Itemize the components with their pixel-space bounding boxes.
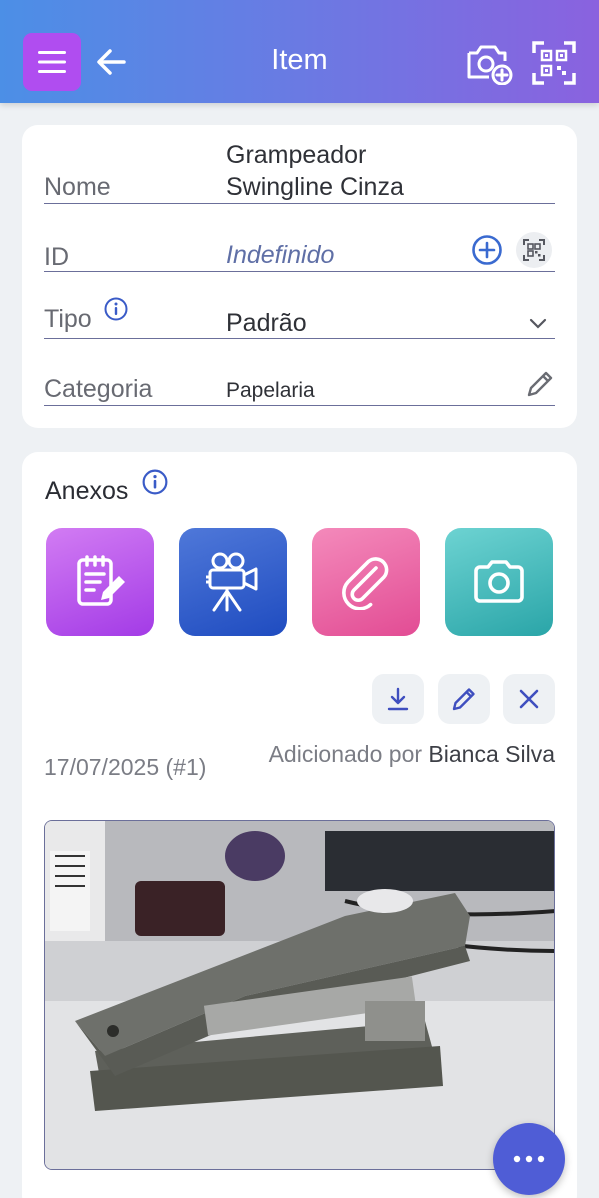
added-by-prefix: Adicionado por — [268, 741, 423, 767]
back-button[interactable] — [92, 42, 130, 82]
edit-category-icon[interactable] — [524, 368, 556, 400]
nome-value-line2: Swingline Cinza — [226, 173, 404, 201]
categoria-label: Categoria — [44, 375, 153, 403]
chevron-down-icon[interactable] — [528, 317, 548, 331]
add-file-button[interactable] — [312, 528, 420, 636]
download-attachment-button[interactable] — [372, 674, 424, 724]
attachments-title: Anexos — [45, 477, 129, 505]
edit-attachment-button[interactable] — [438, 674, 490, 724]
note-icon — [77, 555, 125, 606]
tipo-underline — [44, 338, 555, 339]
qr-scan-button[interactable] — [530, 40, 578, 86]
video-camera-icon — [206, 552, 258, 612]
scan-id-button[interactable] — [516, 232, 552, 268]
add-photo-attachment-button[interactable] — [445, 528, 553, 636]
id-field[interactable]: Indefinido — [226, 241, 334, 270]
categoria-value: Papelaria — [226, 379, 315, 402]
id-label: ID — [44, 243, 69, 271]
added-by-text: Adicionado por Bianca Silva — [255, 739, 555, 770]
paperclip-icon — [342, 557, 389, 610]
categoria-underline — [44, 405, 555, 406]
tipo-select[interactable]: Padrão — [226, 309, 307, 338]
add-note-button[interactable] — [46, 528, 154, 636]
delete-attachment-button[interactable] — [503, 674, 555, 724]
more-options-button[interactable] — [493, 1123, 565, 1195]
more-dots-icon — [513, 1155, 545, 1163]
attachment-photo[interactable] — [44, 820, 555, 1170]
added-by-name: Bianca Silva — [428, 741, 555, 767]
delete-icon — [519, 689, 539, 709]
plus-circle-icon — [472, 235, 502, 265]
nome-label: Nome — [44, 173, 111, 201]
nome-field[interactable]: Grampeador Swingline Cinza — [226, 139, 526, 203]
camera-icon — [474, 560, 524, 603]
edit-icon — [452, 688, 475, 711]
stapler-photo-image — [45, 821, 554, 1169]
attachments-card: Anexos 17/07/2025 (#1) Adicionado por Bi… — [22, 452, 577, 1198]
generate-id-button[interactable] — [469, 232, 505, 268]
add-photo-button[interactable] — [464, 40, 514, 86]
camera-add-icon — [467, 45, 513, 85]
app-header: Item — [0, 0, 599, 103]
attachments-info-icon[interactable] — [142, 469, 168, 495]
add-video-button[interactable] — [179, 528, 287, 636]
tipo-info-icon[interactable] — [104, 297, 128, 321]
nome-value-line1: Grampeador — [226, 141, 367, 169]
back-arrow-icon — [97, 49, 126, 75]
id-underline — [44, 271, 555, 272]
menu-icon — [38, 51, 66, 73]
qr-code-icon — [523, 239, 545, 261]
menu-button[interactable] — [23, 33, 81, 91]
item-details-card: Nome Grampeador Swingline Cinza ID Indef… — [22, 125, 577, 428]
attachment-date: 17/07/2025 (#1) — [44, 754, 207, 780]
tipo-label: Tipo — [44, 305, 92, 333]
nome-underline — [44, 203, 555, 204]
qr-scan-icon — [532, 41, 576, 85]
download-icon — [387, 687, 409, 711]
